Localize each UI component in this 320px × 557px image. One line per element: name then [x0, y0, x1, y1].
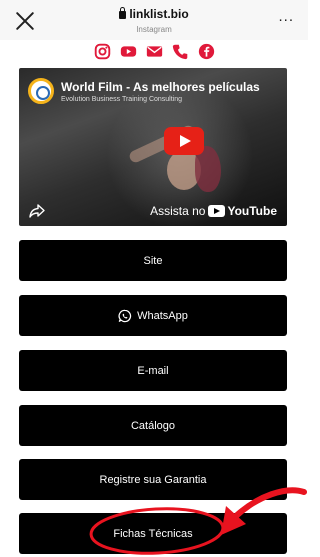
whatsapp-icon — [118, 309, 132, 322]
youtube-logo: YouTube — [208, 204, 277, 218]
email-icon[interactable] — [146, 43, 163, 60]
link-button-whatsapp[interactable]: WhatsApp — [19, 295, 287, 336]
social-icons-row — [0, 40, 308, 62]
youtube-video-embed[interactable]: World Film - As melhores películas Evolu… — [19, 68, 287, 226]
more-options-button[interactable]: ... — [278, 8, 294, 25]
watch-on-label: Assista no — [150, 204, 206, 218]
browser-top-bar: linklist.bio Instagram ... — [0, 0, 308, 40]
youtube-wordmark: YouTube — [227, 204, 277, 218]
facebook-icon[interactable] — [198, 43, 215, 60]
instagram-icon[interactable] — [94, 43, 111, 60]
link-button-label: Catálogo — [130, 419, 176, 432]
link-button-email[interactable]: E-mail — [19, 350, 287, 391]
address-bar[interactable]: linklist.bio Instagram — [0, 6, 308, 34]
link-button-site[interactable]: Site — [19, 240, 287, 281]
watch-on-youtube-button[interactable]: Assista no YouTube — [150, 204, 277, 218]
video-title[interactable]: World Film - As melhores películas — [61, 80, 260, 94]
link-button-label: Site — [143, 254, 163, 267]
link-button-label: Fichas Técnicas — [113, 527, 193, 540]
video-channel-name: Evolution Business Training Consulting — [61, 96, 183, 103]
channel-logo[interactable] — [28, 78, 54, 104]
link-button-catalog[interactable]: Catálogo — [19, 405, 287, 446]
link-button-technical-sheets[interactable]: Fichas Técnicas — [19, 513, 287, 554]
page-source-label: Instagram — [136, 25, 172, 34]
youtube-play-icon — [208, 205, 226, 217]
youtube-icon[interactable] — [120, 43, 137, 60]
lock-icon — [119, 7, 127, 19]
share-icon[interactable] — [29, 204, 45, 218]
link-button-warranty[interactable]: Registre sua Garantia — [19, 459, 287, 500]
url-text: linklist.bio — [129, 6, 189, 21]
link-button-label: E-mail — [137, 364, 169, 377]
play-button[interactable] — [164, 127, 204, 155]
link-button-label: Registre sua Garantia — [99, 473, 207, 486]
phone-icon[interactable] — [172, 43, 189, 60]
link-button-label: WhatsApp — [137, 309, 188, 322]
